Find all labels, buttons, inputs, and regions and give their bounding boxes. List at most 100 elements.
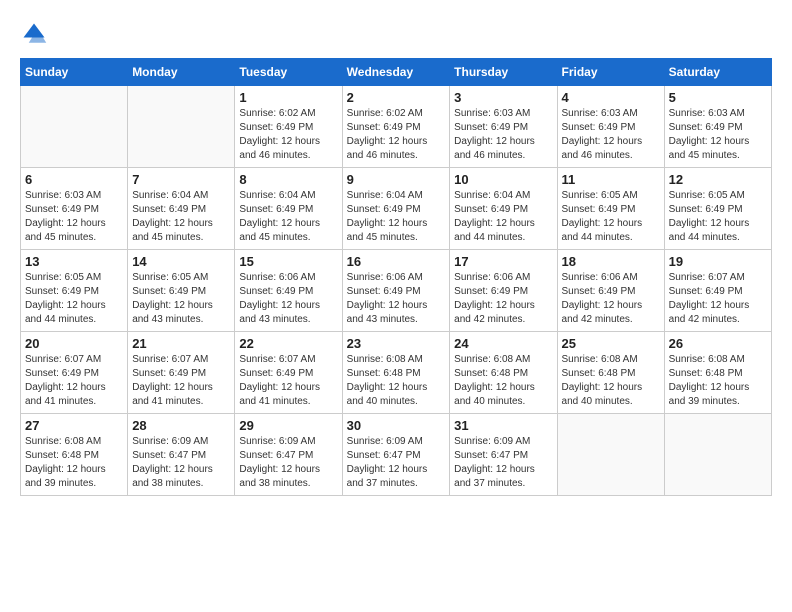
day-number: 9 (347, 172, 446, 187)
calendar-cell (557, 414, 664, 496)
day-info: Sunrise: 6:06 AM Sunset: 6:49 PM Dayligh… (562, 271, 660, 327)
calendar-cell (21, 86, 128, 168)
day-info: Sunrise: 6:04 AM Sunset: 6:49 PM Dayligh… (132, 189, 230, 245)
calendar-cell: 20 Sunrise: 6:07 AM Sunset: 6:49 PM Dayli… (21, 332, 128, 414)
day-info: Sunrise: 6:09 AM Sunset: 6:47 PM Dayligh… (347, 435, 446, 491)
calendar-cell: 30Sunrise: 6:09 AM Sunset: 6:47 PM Dayli… (342, 414, 450, 496)
calendar-cell: 15 Sunrise: 6:06 AM Sunset: 6:49 PM Dayli… (235, 250, 342, 332)
logo-icon (20, 20, 48, 48)
day-number: 13 (25, 254, 123, 269)
calendar-cell: 1 Sunrise: 6:02 AM Sunset: 6:49 PM Daylig… (235, 86, 342, 168)
calendar-cell: 6 Sunrise: 6:03 AM Sunset: 6:49 PM Daylig… (21, 168, 128, 250)
day-number: 6 (25, 172, 123, 187)
day-number: 31 (454, 418, 552, 433)
day-number: 4 (562, 90, 660, 105)
day-number: 26 (669, 336, 767, 351)
calendar-cell: 13Sunrise: 6:05 AM Sunset: 6:49 PM Dayli… (21, 250, 128, 332)
day-number: 8 (239, 172, 337, 187)
day-number: 12 (669, 172, 767, 187)
day-number: 10 (454, 172, 552, 187)
week-row-0: 1 Sunrise: 6:02 AM Sunset: 6:49 PM Daylig… (21, 86, 772, 168)
day-info: Sunrise: 6:08 AM Sunset: 6:48 PM Dayligh… (562, 353, 660, 409)
calendar-cell: 19 Sunrise: 6:07 AM Sunset: 6:49 PM Dayli… (664, 250, 771, 332)
day-info: Sunrise: 6:05 AM Sunset: 6:49 PM Dayligh… (132, 271, 230, 327)
day-number: 19 (669, 254, 767, 269)
day-number: 21 (132, 336, 230, 351)
day-number: 7 (132, 172, 230, 187)
day-number: 14 (132, 254, 230, 269)
day-info: Sunrise: 6:08 AM Sunset: 6:48 PM Dayligh… (669, 353, 767, 409)
header-thursday: Thursday (450, 59, 557, 86)
day-info: Sunrise: 6:03 AM Sunset: 6:49 PM Dayligh… (454, 107, 552, 163)
day-info: Sunrise: 6:03 AM Sunset: 6:49 PM Dayligh… (562, 107, 660, 163)
page-header (20, 20, 772, 48)
calendar-cell: 25 Sunrise: 6:08 AM Sunset: 6:48 PM Dayli… (557, 332, 664, 414)
day-number: 15 (239, 254, 337, 269)
day-info: Sunrise: 6:09 AM Sunset: 6:47 PM Dayligh… (454, 435, 552, 491)
day-number: 18 (562, 254, 660, 269)
calendar-cell: 12 Sunrise: 6:05 AM Sunset: 6:49 PM Dayli… (664, 168, 771, 250)
day-info: Sunrise: 6:07 AM Sunset: 6:49 PM Dayligh… (132, 353, 230, 409)
calendar-cell: 5 Sunrise: 6:03 AM Sunset: 6:49 PM Daylig… (664, 86, 771, 168)
calendar-cell: 9 Sunrise: 6:04 AM Sunset: 6:49 PM Daylig… (342, 168, 450, 250)
calendar-cell: 26 Sunrise: 6:08 AM Sunset: 6:48 PM Dayli… (664, 332, 771, 414)
calendar-cell: 11 Sunrise: 6:05 AM Sunset: 6:49 PM Dayli… (557, 168, 664, 250)
day-info: Sunrise: 6:08 AM Sunset: 6:48 PM Dayligh… (454, 353, 552, 409)
day-number: 16 (347, 254, 446, 269)
calendar-cell: 22Sunrise: 6:07 AM Sunset: 6:49 PM Dayli… (235, 332, 342, 414)
calendar-cell: 2Sunrise: 6:02 AM Sunset: 6:49 PM Daylig… (342, 86, 450, 168)
day-info: Sunrise: 6:03 AM Sunset: 6:49 PM Dayligh… (669, 107, 767, 163)
header-sunday: Sunday (21, 59, 128, 86)
day-info: Sunrise: 6:02 AM Sunset: 6:49 PM Dayligh… (347, 107, 446, 163)
day-info: Sunrise: 6:08 AM Sunset: 6:48 PM Dayligh… (25, 435, 123, 491)
day-info: Sunrise: 6:02 AM Sunset: 6:49 PM Dayligh… (239, 107, 337, 163)
calendar-cell: 29Sunrise: 6:09 AM Sunset: 6:47 PM Dayli… (235, 414, 342, 496)
day-number: 1 (239, 90, 337, 105)
calendar-cell: 27 Sunrise: 6:08 AM Sunset: 6:48 PM Dayli… (21, 414, 128, 496)
week-row-4: 27 Sunrise: 6:08 AM Sunset: 6:48 PM Dayli… (21, 414, 772, 496)
day-number: 25 (562, 336, 660, 351)
day-info: Sunrise: 6:05 AM Sunset: 6:49 PM Dayligh… (669, 189, 767, 245)
day-number: 27 (25, 418, 123, 433)
header-saturday: Saturday (664, 59, 771, 86)
day-info: Sunrise: 6:04 AM Sunset: 6:49 PM Dayligh… (347, 189, 446, 245)
logo (20, 20, 52, 48)
week-row-3: 20 Sunrise: 6:07 AM Sunset: 6:49 PM Dayli… (21, 332, 772, 414)
header-monday: Monday (128, 59, 235, 86)
day-info: Sunrise: 6:04 AM Sunset: 6:49 PM Dayligh… (454, 189, 552, 245)
calendar-cell: 10 Sunrise: 6:04 AM Sunset: 6:49 PM Dayli… (450, 168, 557, 250)
day-info: Sunrise: 6:09 AM Sunset: 6:47 PM Dayligh… (132, 435, 230, 491)
day-info: Sunrise: 6:03 AM Sunset: 6:49 PM Dayligh… (25, 189, 123, 245)
day-info: Sunrise: 6:07 AM Sunset: 6:49 PM Dayligh… (669, 271, 767, 327)
day-info: Sunrise: 6:05 AM Sunset: 6:49 PM Dayligh… (562, 189, 660, 245)
calendar-cell: 3 Sunrise: 6:03 AM Sunset: 6:49 PM Daylig… (450, 86, 557, 168)
calendar-cell: 4 Sunrise: 6:03 AM Sunset: 6:49 PM Daylig… (557, 86, 664, 168)
day-number: 28 (132, 418, 230, 433)
calendar-cell: 8 Sunrise: 6:04 AM Sunset: 6:49 PM Daylig… (235, 168, 342, 250)
day-info: Sunrise: 6:09 AM Sunset: 6:47 PM Dayligh… (239, 435, 337, 491)
day-number: 24 (454, 336, 552, 351)
header-wednesday: Wednesday (342, 59, 450, 86)
day-info: Sunrise: 6:06 AM Sunset: 6:49 PM Dayligh… (239, 271, 337, 327)
calendar-cell (664, 414, 771, 496)
header-friday: Friday (557, 59, 664, 86)
calendar-table: SundayMondayTuesdayWednesdayThursdayFrid… (20, 58, 772, 496)
day-info: Sunrise: 6:04 AM Sunset: 6:49 PM Dayligh… (239, 189, 337, 245)
day-number: 20 (25, 336, 123, 351)
day-number: 3 (454, 90, 552, 105)
calendar-header-row: SundayMondayTuesdayWednesdayThursdayFrid… (21, 59, 772, 86)
day-number: 11 (562, 172, 660, 187)
calendar-cell: 7 Sunrise: 6:04 AM Sunset: 6:49 PM Daylig… (128, 168, 235, 250)
day-info: Sunrise: 6:07 AM Sunset: 6:49 PM Dayligh… (25, 353, 123, 409)
calendar-cell: 18 Sunrise: 6:06 AM Sunset: 6:49 PM Dayli… (557, 250, 664, 332)
day-info: Sunrise: 6:08 AM Sunset: 6:48 PM Dayligh… (347, 353, 446, 409)
day-number: 5 (669, 90, 767, 105)
calendar-cell: 31 Sunrise: 6:09 AM Sunset: 6:47 PM Dayli… (450, 414, 557, 496)
header-tuesday: Tuesday (235, 59, 342, 86)
day-number: 23 (347, 336, 446, 351)
calendar-cell: 28 Sunrise: 6:09 AM Sunset: 6:47 PM Dayli… (128, 414, 235, 496)
day-info: Sunrise: 6:06 AM Sunset: 6:49 PM Dayligh… (347, 271, 446, 327)
day-number: 22 (239, 336, 337, 351)
week-row-2: 13 Sunrise: 6:05 AM Sunset: 6:49 PM Dayli… (21, 250, 772, 332)
week-row-1: 6 Sunrise: 6:03 AM Sunset: 6:49 PM Daylig… (21, 168, 772, 250)
